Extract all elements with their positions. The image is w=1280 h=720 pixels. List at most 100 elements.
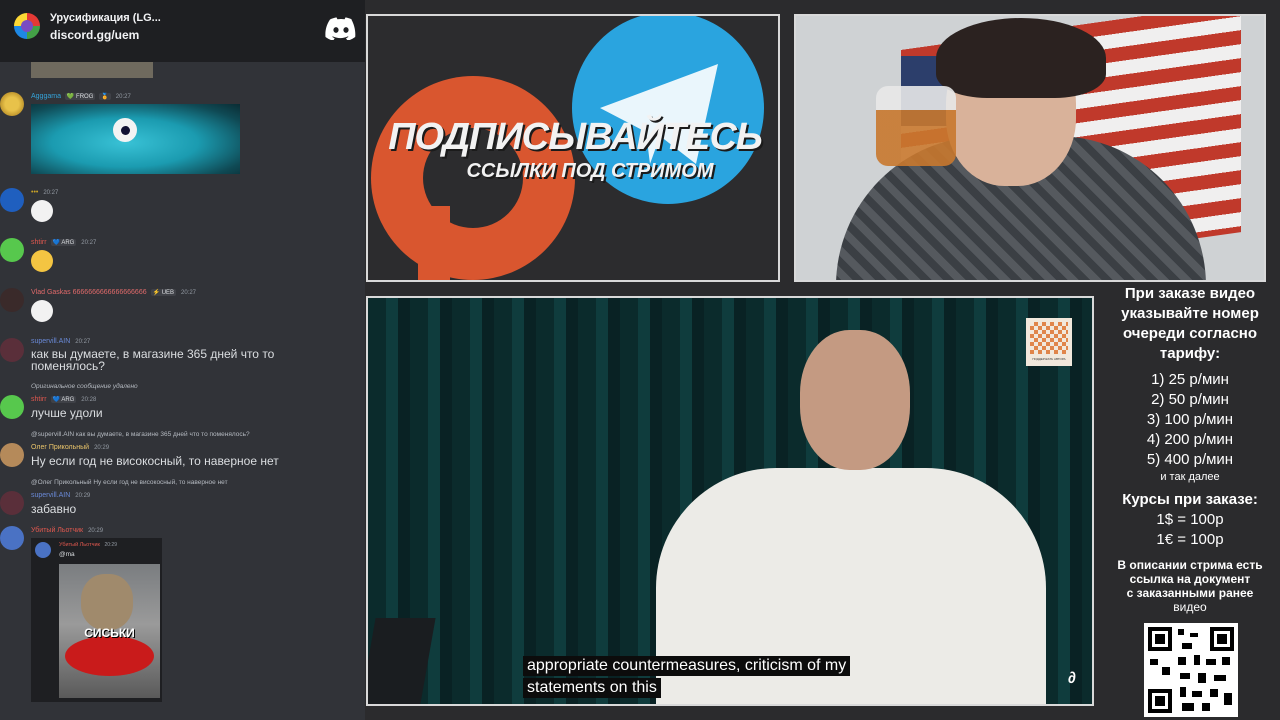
message-meta: Убитый Льотчик 20:29	[31, 527, 103, 534]
discord-logo-icon	[325, 17, 356, 40]
attachment-image[interactable]	[31, 62, 153, 78]
message-text: лучше удоли	[31, 406, 103, 420]
timestamp: 20:27	[115, 94, 131, 100]
user-avatar[interactable]	[0, 188, 24, 212]
message-text: забавно	[31, 502, 77, 516]
price-etc: и так далее	[1160, 471, 1220, 483]
price-item: 1) 25 р/мин	[1151, 371, 1229, 388]
embed-mention: @ma	[59, 551, 75, 558]
subtitle-line: statements on this	[523, 678, 661, 698]
role-badge: ⚡ UEB	[150, 289, 177, 296]
user-avatar[interactable]	[0, 491, 24, 515]
info-line: очереди согласно	[1122, 325, 1258, 342]
username[interactable]: Убитый Льотчик	[31, 527, 83, 534]
message-meta: supervill.AIN 20:27	[31, 338, 90, 345]
user-avatar[interactable]	[0, 288, 24, 312]
message-meta: Vlad Gaskas 6666666666666666666 ⚡ UEB 20…	[31, 289, 196, 296]
stream-overlay: Урусификация (LG... discord.gg/uem Aggga…	[0, 0, 1280, 720]
user-avatar[interactable]	[0, 92, 24, 116]
qr-code-icon	[1148, 627, 1234, 713]
user-avatar[interactable]	[0, 526, 24, 550]
message-meta: Agggama 💚 FROG 🏅 20:27	[31, 93, 131, 100]
role-badge: 💚 FROG	[64, 93, 96, 100]
username[interactable]: shtirr	[31, 396, 47, 403]
note-line: В описании стрима есть	[1117, 558, 1263, 572]
embed-meta: Убитый Льотчик 20:29	[59, 542, 117, 548]
username[interactable]: shtirr	[31, 239, 47, 246]
timestamp: 20:27	[75, 339, 91, 345]
user-avatar[interactable]	[0, 338, 24, 362]
qr-caption: ПОДДЕРЖАТЬ АВТОРА	[1032, 357, 1066, 361]
timestamp: 20:28	[81, 397, 97, 403]
message-meta: ••• 20:27	[31, 189, 58, 196]
price-item: 2) 50 р/мин	[1151, 391, 1229, 408]
reply-preview[interactable]: @Олег Прикольный Ну если год не високосн…	[31, 479, 228, 486]
info-line: указывайте номер	[1121, 305, 1259, 322]
rate-item: 1$ = 100р	[1156, 511, 1224, 528]
pleading-face-emoji-icon	[31, 250, 53, 272]
username[interactable]: Vlad Gaskas 6666666666666666666	[31, 289, 147, 296]
role-badge: 💙 ARG	[50, 396, 77, 403]
discord-chat-panel: Урусификация (LG... discord.gg/uem Aggga…	[0, 0, 365, 720]
server-invite-link[interactable]: discord.gg/uem	[50, 28, 139, 42]
order-info-panel: При заказе видео указывайте номер очеред…	[1100, 282, 1280, 614]
price-item: 3) 100 р/мин	[1146, 411, 1234, 428]
username[interactable]: Олег Прикольный	[31, 444, 89, 451]
user-avatar[interactable]	[0, 443, 24, 467]
role-badge: 💙 ARG	[50, 239, 77, 246]
rate-item: 1€ = 100р	[1156, 531, 1224, 548]
server-name: Урусификация (LG...	[50, 12, 161, 24]
timestamp: 20:27	[181, 290, 197, 296]
username[interactable]: supervill.AIN	[31, 338, 70, 345]
note-line: с заказанными ранее	[1126, 586, 1254, 600]
meme-caption: СИСЬКИ	[84, 626, 135, 640]
embed-timestamp: 20:29	[104, 542, 117, 548]
attachment-image[interactable]	[31, 104, 240, 174]
promo-subtitle: ССЫЛКИ ПОД СТРИМОМ	[466, 160, 714, 182]
support-qr-code[interactable]: ПОДДЕРЖАТЬ АВТОРА	[1026, 318, 1072, 366]
reply-preview[interactable]: Оригинальное сообщение удалено	[31, 383, 138, 390]
price-item: 4) 200 р/мин	[1146, 431, 1234, 448]
user-avatar	[35, 542, 51, 558]
orders-doc-qr-code[interactable]	[1144, 623, 1238, 717]
message-text: Ну если год не високосный, то наверное н…	[31, 454, 279, 468]
message-meta: shtirr 💙 ARG 20:28	[31, 396, 96, 403]
message-text: поменялось?	[31, 359, 105, 373]
message-meta: shtirr 💙 ARG 20:27	[31, 239, 96, 246]
discord-header: Урусификация (LG... discord.gg/uem	[0, 0, 365, 62]
promo-title: ПОДПИСЫВАЙТЕСЬ	[388, 116, 763, 158]
emoji-sticker	[31, 200, 53, 222]
reply-preview[interactable]: @supervill.AIN как вы думаете, в магазин…	[31, 431, 250, 438]
streamer-hair	[936, 18, 1106, 98]
info-line: При заказе видео	[1124, 285, 1256, 302]
rates-title: Курсы при заказе:	[1122, 491, 1258, 508]
info-line: тарифу:	[1159, 345, 1221, 362]
timestamp: 20:29	[88, 528, 104, 534]
price-item: 5) 400 р/мин	[1146, 451, 1234, 468]
glass-image	[876, 86, 956, 166]
main-video-player[interactable]: ПОДДЕРЖАТЬ АВТОРА appropriate countermea…	[366, 296, 1094, 706]
username[interactable]: Agggama	[31, 93, 61, 100]
webcam-feed	[794, 14, 1266, 282]
message-meta: supervill.AIN 20:29	[31, 492, 90, 499]
role-badge: 🏅	[99, 93, 111, 100]
channel-watermark-icon: ∂	[1068, 670, 1076, 687]
forwarded-embed[interactable]: Убитый Льотчик 20:29 @ma СИСЬКИ	[31, 538, 162, 702]
note-line: видео	[1173, 600, 1207, 614]
promo-banner: ПОДПИСЫВАЙТЕСЬ ССЫЛКИ ПОД СТРИМОМ	[366, 14, 780, 282]
user-avatar[interactable]	[0, 395, 24, 419]
note-line: ссылка на документ	[1129, 572, 1251, 586]
timestamp: 20:29	[75, 493, 91, 499]
interviewee-face	[800, 330, 910, 470]
message-meta: Олег Прикольный 20:29	[31, 444, 109, 451]
timestamp: 20:27	[81, 240, 97, 246]
username[interactable]: •••	[31, 189, 38, 196]
user-avatar[interactable]	[0, 238, 24, 262]
server-icon[interactable]	[14, 13, 40, 39]
timestamp: 20:29	[94, 445, 110, 451]
timestamp: 20:27	[43, 190, 59, 196]
cat-meme-image[interactable]: СИСЬКИ	[59, 564, 160, 698]
username[interactable]: supervill.AIN	[31, 492, 70, 499]
emoji-sticker	[31, 300, 53, 322]
embed-username: Убитый Льотчик	[59, 542, 100, 548]
